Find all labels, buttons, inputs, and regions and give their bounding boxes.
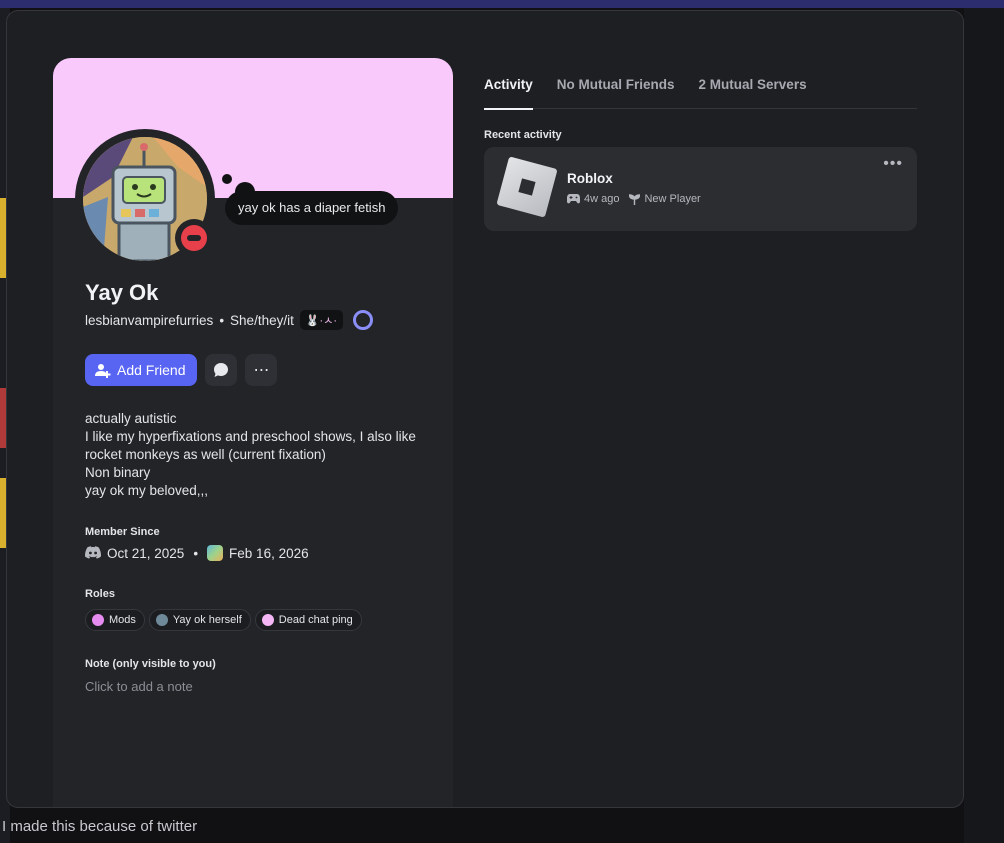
username[interactable]: lesbianvampirefurries	[85, 313, 213, 328]
activity-badge: New Player	[644, 193, 701, 205]
member-since-title: Member Since	[85, 526, 160, 538]
server-join-date: Feb 16, 2026	[229, 545, 309, 561]
background-right-edge	[964, 8, 1004, 843]
message-button[interactable]	[205, 354, 238, 386]
add-friend-button[interactable]: Add Friend	[85, 354, 198, 386]
separator: •	[193, 545, 199, 561]
discord-join-date: Oct 21, 2025	[107, 545, 185, 561]
profile-panel: yay ok has a diaper fetish Yay Ok lesbia…	[53, 58, 453, 807]
bio-line: rocket monkeys as well (current fixation…	[85, 447, 326, 462]
about-me: actually autistic I like my hyperfixatio…	[85, 410, 425, 500]
activity-meta: 4w ago New Player	[567, 193, 701, 205]
tab-mutual-servers[interactable]: 2 Mutual Servers	[699, 77, 807, 109]
activity-card[interactable]: Roblox 4w ago New Player •••	[484, 147, 917, 231]
more-options-button[interactable]: ⋯	[245, 354, 278, 386]
server-icon	[207, 545, 224, 561]
roles-list: Mods Yay ok herself Dead chat ping	[85, 609, 362, 631]
tab-mutual-friends[interactable]: No Mutual Friends	[557, 77, 675, 109]
thought-bubble-dot	[222, 174, 232, 184]
tab-activity[interactable]: Activity	[484, 77, 533, 110]
profile-badge-icon[interactable]	[353, 310, 373, 330]
activity-time: 4w ago	[584, 193, 620, 205]
recent-activity-title: Recent activity	[484, 129, 562, 141]
do-not-disturb-status-icon	[175, 219, 213, 257]
background-top-strip	[0, 0, 1004, 8]
role-pill[interactable]: Dead chat ping	[254, 609, 362, 631]
add-friend-icon	[95, 364, 111, 378]
chat-bubble-icon	[214, 363, 229, 377]
background-message-text: I made this because of twitter	[2, 818, 198, 835]
role-pill[interactable]: Yay ok herself	[148, 609, 251, 631]
role-pill[interactable]: Mods	[85, 609, 145, 631]
more-icon: ⋯	[253, 362, 270, 379]
roblox-logo-icon	[496, 156, 558, 218]
separator: •	[219, 312, 225, 328]
role-name: Yay ok herself	[172, 614, 242, 626]
custom-status-bubble: yay ok has a diaper fetish	[225, 191, 399, 225]
add-friend-label: Add Friend	[117, 362, 186, 378]
profile-tabs: Activity No Mutual Friends 2 Mutual Serv…	[484, 77, 917, 110]
profile-actions: Add Friend ⋯	[85, 354, 278, 386]
server-tag-text: 🐰·ㅅ·	[305, 315, 337, 327]
username-line: lesbianvampirefurries • She/they/it 🐰·ㅅ·	[85, 310, 373, 330]
avatar-ring	[75, 129, 215, 269]
role-name: Dead chat ping	[278, 614, 353, 626]
game-title: Roblox	[567, 171, 613, 186]
bio-line: actually autistic	[85, 411, 177, 426]
role-color-dot	[261, 614, 274, 626]
member-since-row: Oct 21, 2025 • Feb 16, 2026	[85, 545, 309, 561]
role-name: Mods	[109, 614, 136, 626]
note-input[interactable]: Click to add a note	[85, 679, 193, 694]
controller-icon	[567, 194, 580, 204]
server-tag-badge[interactable]: 🐰·ㅅ·	[299, 310, 343, 330]
discord-icon	[85, 546, 101, 559]
display-name: Yay Ok	[85, 280, 159, 305]
pronouns: She/they/it	[230, 312, 294, 328]
role-color-dot	[92, 614, 104, 626]
activity-more-button[interactable]: •••	[883, 155, 903, 173]
sprout-icon	[629, 193, 641, 205]
roles-title: Roles	[85, 588, 115, 600]
user-profile-modal: yay ok has a diaper fetish Yay Ok lesbia…	[6, 10, 964, 808]
note-title: Note (only visible to you)	[85, 658, 216, 670]
bio-line: yay ok my beloved,,,	[85, 483, 209, 498]
role-color-dot	[155, 614, 168, 626]
bio-line: Non binary	[85, 465, 151, 480]
bio-line: I like my hyperfixations and preschool s…	[85, 429, 416, 444]
